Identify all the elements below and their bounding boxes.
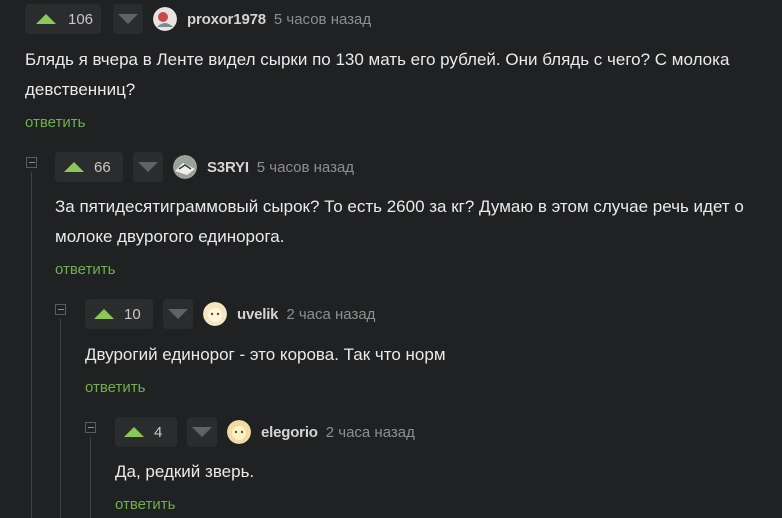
upvote-icon[interactable] — [123, 417, 145, 447]
thread-line[interactable] — [90, 437, 91, 518]
collapse-icon[interactable] — [26, 157, 37, 168]
author-name[interactable]: S3RYI — [207, 159, 249, 176]
comment-header: 66 S3RYI 5 часов назад — [55, 151, 354, 183]
downvote-icon[interactable] — [133, 152, 163, 182]
rating-count: 106 — [68, 10, 94, 28]
downvote-icon[interactable] — [163, 299, 193, 329]
avatar[interactable] — [227, 420, 251, 444]
reply-link[interactable]: ответить — [55, 261, 115, 278]
reply-link[interactable]: ответить — [115, 496, 175, 513]
comment-header: 10 uvelik 2 часа назад — [85, 298, 375, 330]
thread-line[interactable] — [60, 319, 61, 518]
collapse-icon[interactable] — [85, 422, 96, 433]
comment-text: Двурогий единорог - это корова. Так что … — [85, 340, 446, 370]
downvote-icon[interactable] — [113, 4, 143, 34]
avatar[interactable] — [153, 7, 177, 31]
vote-box: 66 — [55, 152, 123, 182]
comment-text: Да, редкий зверь. — [115, 457, 254, 487]
vote-box: 4 — [115, 417, 177, 447]
text-line: Да, редкий зверь. — [115, 462, 255, 481]
comment-header: 106 proxor1978 5 часов назад — [25, 3, 371, 35]
rating-count: 4 — [154, 423, 163, 441]
upvote-icon[interactable] — [63, 152, 85, 182]
rating-count: 66 — [94, 158, 111, 176]
upvote-icon[interactable] — [93, 299, 115, 329]
comment-text: За пятидесятиграммовый сырок? То есть 26… — [55, 192, 744, 252]
upvote-icon[interactable] — [35, 4, 57, 34]
vote-box: 10 — [85, 299, 153, 329]
author-name[interactable]: elegorio — [261, 424, 318, 441]
avatar[interactable] — [173, 155, 197, 179]
text-line: Двурогий единорог - это корова. Так что … — [85, 345, 446, 364]
vote-box: 106 — [25, 4, 101, 34]
rating-count: 10 — [124, 305, 141, 323]
avatar[interactable] — [203, 302, 227, 326]
comment-time: 5 часов назад — [273, 10, 372, 28]
comment-text: Блядь я вчера в Ленте видел сырки по 130… — [25, 45, 729, 105]
text-line: За пятидесятиграммовый сырок? То есть 26… — [55, 197, 744, 216]
author-name[interactable]: uvelik — [237, 306, 279, 323]
thread-line[interactable] — [31, 172, 32, 518]
comment-time: 5 часов назад — [256, 158, 355, 176]
comment-time: 2 часа назад — [325, 423, 415, 441]
reply-link[interactable]: ответить — [25, 114, 85, 131]
text-line: девственниц? — [25, 80, 136, 99]
downvote-icon[interactable] — [187, 417, 217, 447]
author-name[interactable]: proxor1978 — [187, 11, 266, 28]
comment-time: 2 часа назад — [286, 305, 376, 323]
text-line: молоке двурогого единорога. — [55, 227, 285, 246]
reply-link[interactable]: ответить — [85, 379, 145, 396]
comment-header: 4 elegorio 2 часа назад — [115, 416, 415, 448]
text-line: Блядь я вчера в Ленте видел сырки по 130… — [25, 50, 730, 69]
collapse-icon[interactable] — [55, 304, 66, 315]
